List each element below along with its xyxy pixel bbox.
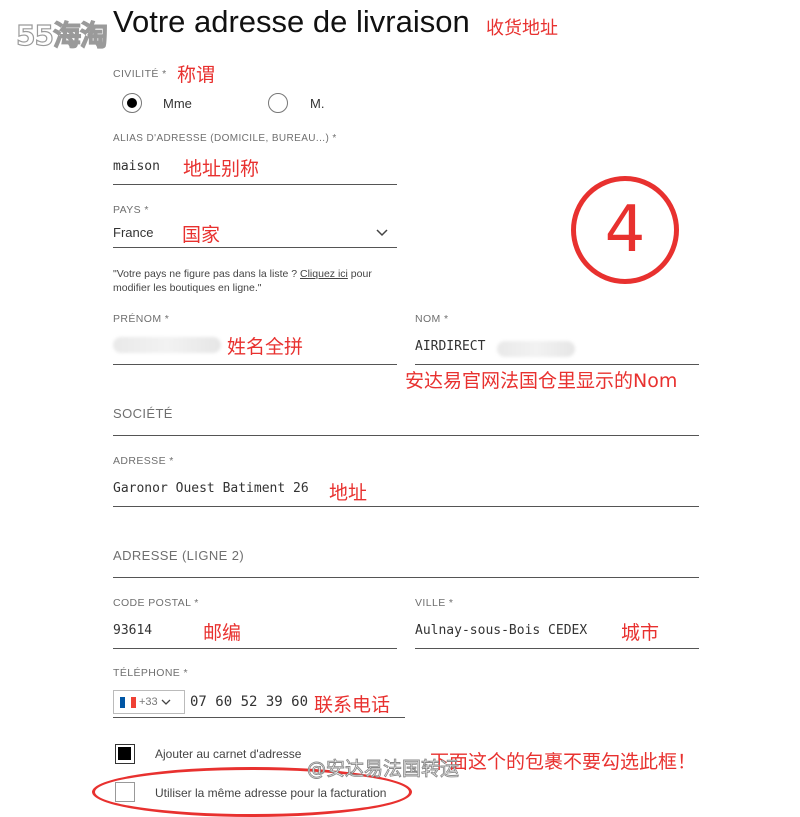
chevron-down-icon[interactable] — [375, 226, 389, 238]
postal-code-annotation: 邮编 — [203, 622, 242, 644]
country-label: PAYS * — [113, 204, 149, 216]
last-name-underline — [415, 364, 699, 365]
chevron-down-icon — [161, 699, 171, 705]
dial-code: +33 — [139, 696, 158, 708]
first-name-blurred-value — [113, 337, 221, 353]
first-name-label: PRÉNOM * — [113, 313, 170, 325]
alias-underline — [113, 184, 397, 185]
civility-annotation: 称谓 — [177, 64, 216, 86]
country-annotation: 国家 — [182, 224, 221, 246]
title-annotation: 收货地址 — [486, 18, 558, 39]
country-underline — [113, 247, 397, 248]
address-input[interactable]: Garonor Ouest Batiment 26 — [113, 481, 309, 496]
address-annotation: 地址 — [329, 482, 368, 504]
last-name-blurred-value — [497, 341, 575, 357]
last-name-label: NOM * — [415, 313, 449, 325]
france-flag-icon — [120, 696, 136, 708]
company-underline — [113, 435, 699, 436]
city-input[interactable]: Aulnay-sous-Bois CEDEX — [415, 623, 587, 638]
country-help-suffix: pour — [350, 268, 372, 280]
country-code-selector[interactable]: +33 — [113, 690, 185, 714]
address-label: ADRESSE * — [113, 455, 174, 467]
watermark-footer: @安达易法国转运 — [307, 758, 460, 781]
alias-annotation: 地址别称 — [183, 158, 260, 180]
country-help-text: "Votre pays ne figure pas dans la liste … — [113, 267, 413, 295]
address2-input[interactable]: ADRESSE (LIGNE 2) — [113, 548, 244, 563]
phone-underline — [113, 717, 405, 718]
add-to-address-book-checkbox[interactable] — [115, 744, 135, 764]
country-select[interactable]: France — [113, 225, 397, 240]
add-to-address-book-label: Ajouter au carnet d'adresse — [155, 747, 302, 761]
phone-label: TÉLÉPHONE * — [113, 667, 189, 679]
country-help-prefix: "Votre pays ne figure pas dans la liste … — [113, 268, 298, 280]
radio-mme-label: Mme — [163, 96, 192, 111]
postal-code-label: CODE POSTAL * — [113, 597, 199, 609]
last-name-annotation: 安达易官网法国仓里显示的Nom — [405, 370, 678, 392]
address-underline — [113, 506, 699, 507]
step-marker-number: 4 — [604, 193, 646, 267]
last-name-input[interactable]: AIRDIRECT — [415, 339, 485, 354]
first-name-underline — [113, 364, 397, 365]
step-marker: 4 — [571, 176, 679, 284]
phone-input[interactable]: 07 60 52 39 60 — [190, 694, 308, 710]
city-annotation: 城市 — [621, 622, 660, 644]
radio-selected-dot — [127, 98, 137, 108]
city-underline — [415, 648, 699, 649]
company-input[interactable]: SOCIÉTÉ — [113, 406, 173, 421]
postal-code-input[interactable]: 93614 — [113, 623, 152, 638]
civility-label: CIVILITÉ * — [113, 68, 167, 80]
country-help-line2: modifier les boutiques en ligne." — [113, 282, 262, 294]
phone-annotation: 联系电话 — [314, 694, 391, 716]
country-help-link[interactable]: Cliquez ici — [300, 268, 348, 280]
city-label: VILLE * — [415, 597, 454, 609]
watermark-logo: 55海淘 — [15, 18, 108, 52]
radio-mme[interactable] — [122, 93, 142, 113]
postal-code-underline — [113, 648, 397, 649]
alias-label: ALIAS D'ADRESSE (DOMICILE, BUREAU...) * — [113, 133, 337, 144]
page-title: Votre adresse de livraison — [113, 4, 470, 39]
radio-m[interactable] — [268, 93, 288, 113]
first-name-annotation: 姓名全拼 — [227, 336, 304, 358]
address2-underline — [113, 577, 699, 578]
billing-annotation: 下面这个的包裹不要勾选此框！ — [430, 751, 697, 773]
radio-m-label: M. — [310, 96, 325, 111]
